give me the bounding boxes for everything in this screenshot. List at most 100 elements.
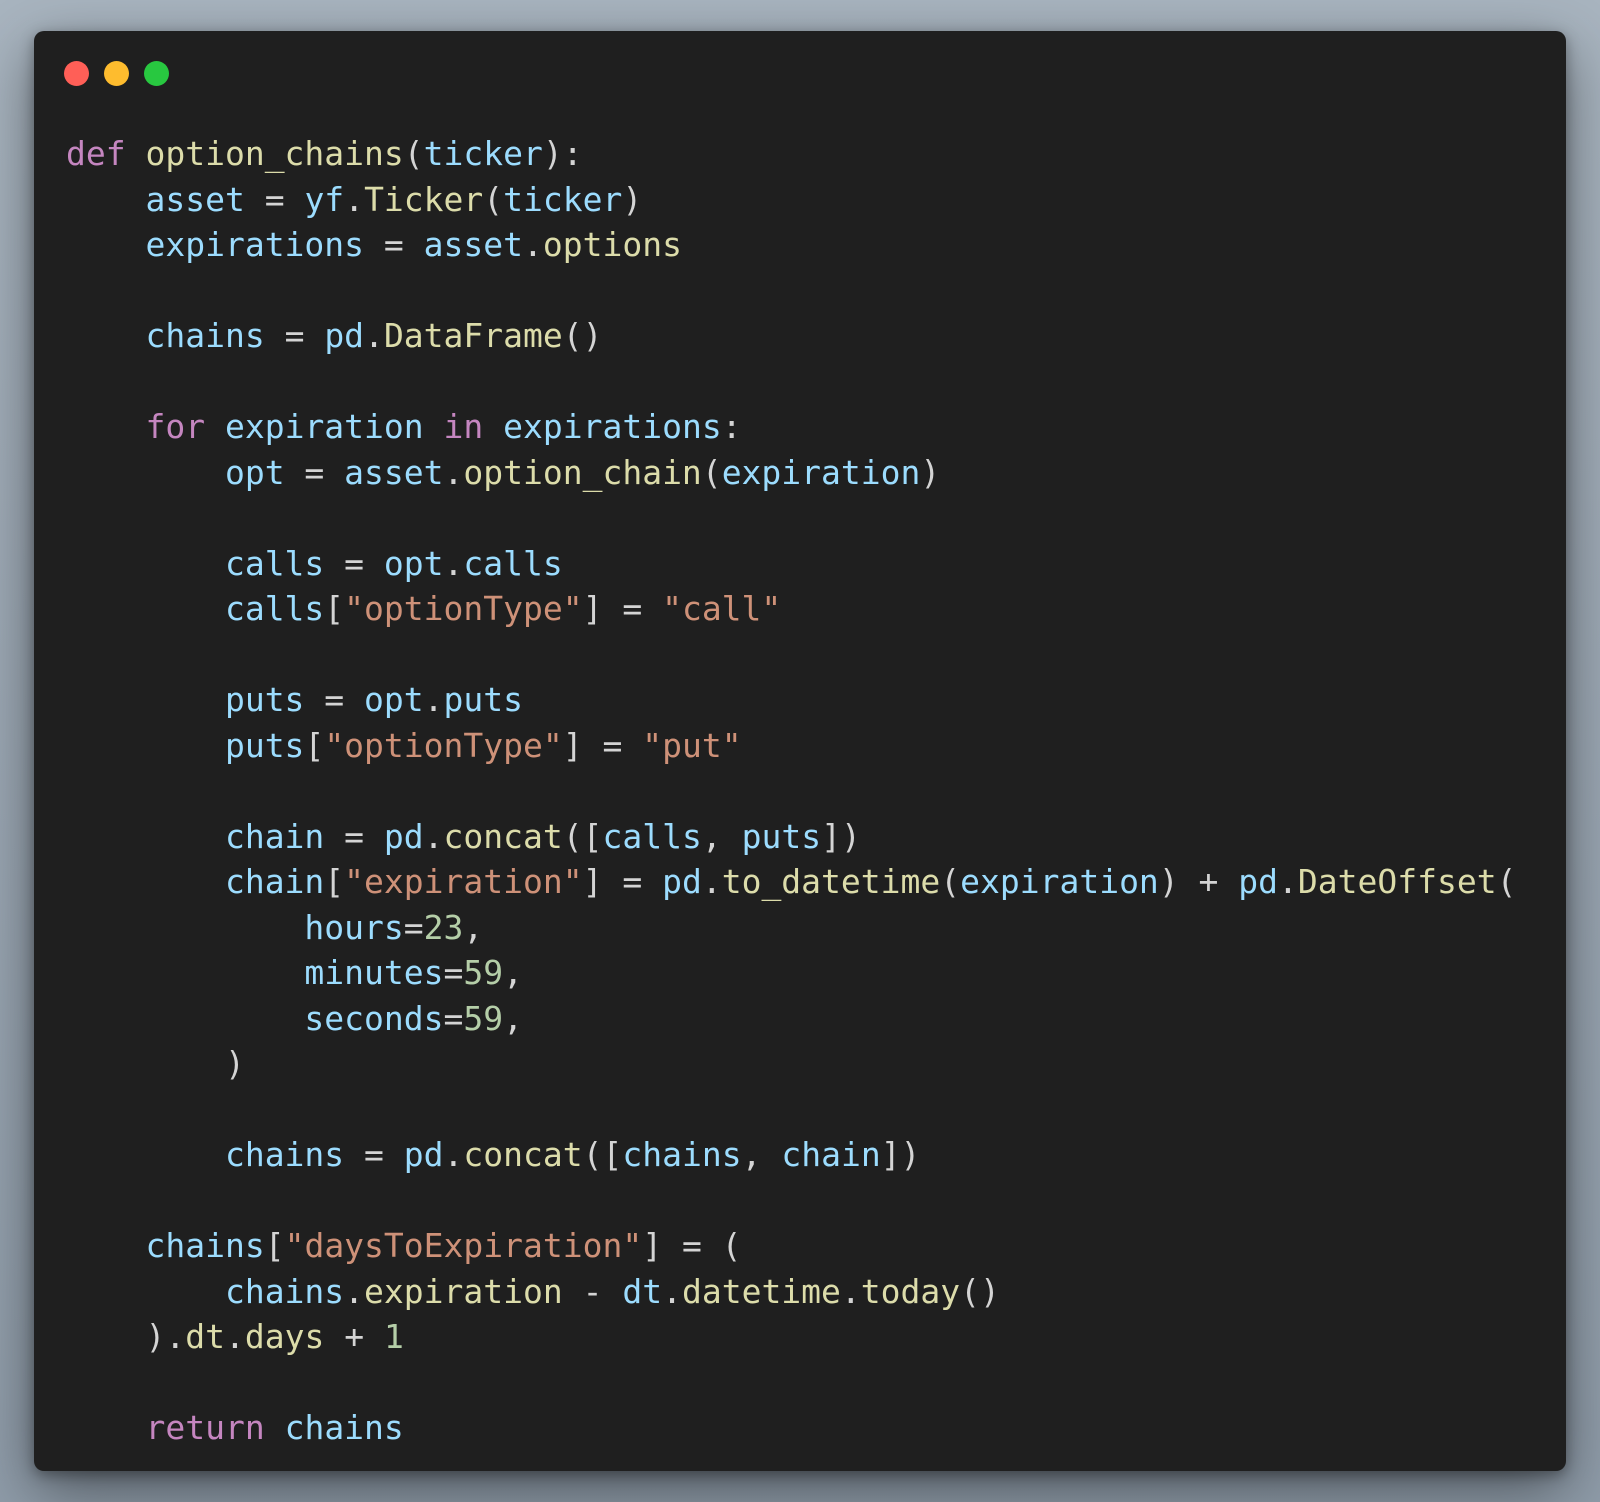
code-keyword: return	[145, 1408, 265, 1447]
code-identifier: calls	[602, 816, 702, 856]
code-punctuation: ,	[503, 953, 523, 992]
code-punctuation: .	[364, 316, 384, 355]
code-punctuation: ] =	[562, 725, 643, 765]
code-identifier: chains	[224, 1271, 345, 1311]
code-function: concat	[463, 1135, 583, 1174]
code-punctuation: .	[1278, 862, 1298, 901]
code-punctuation: )	[920, 452, 941, 492]
code-punctuation: ] =	[582, 862, 663, 901]
code-identifier: opt	[383, 543, 444, 583]
code-number: 59	[463, 998, 504, 1038]
code-identifier: pd	[1238, 862, 1279, 901]
code-punctuation: ([	[582, 1135, 623, 1174]
code-punctuation: .	[344, 1271, 365, 1311]
code-line: chains = pd.DataFrame()	[66, 313, 1516, 359]
code-punctuation: (	[1496, 862, 1517, 901]
code-identifier: chains	[622, 1135, 742, 1174]
code-line: ).dt.days + 1	[66, 1314, 1516, 1360]
code-identifier: asset	[344, 452, 444, 492]
code-identifier: chain	[781, 1135, 881, 1174]
code-identifier: puts	[443, 680, 524, 719]
code-punctuation	[66, 953, 304, 992]
code-punctuation: +	[324, 1317, 384, 1356]
code-line: opt = asset.option_chain(expiration)	[66, 450, 1516, 496]
window-controls	[64, 61, 169, 86]
code-punctuation: .	[443, 452, 464, 492]
code-identifier: asset	[145, 179, 245, 219]
code-line: chains.expiration - dt.datetime.today()	[66, 1269, 1516, 1315]
code-punctuation: =	[443, 953, 464, 992]
code-punctuation	[66, 862, 225, 901]
code-punctuation: =	[344, 1135, 404, 1174]
code-punctuation: )	[622, 179, 643, 219]
code-identifier: ticker	[503, 179, 623, 219]
code-function: expiration	[364, 1271, 563, 1311]
code-identifier: asset	[423, 225, 523, 264]
code-punctuation	[66, 908, 304, 947]
code-identifier: pd	[662, 862, 702, 901]
code-punctuation: =	[304, 680, 365, 719]
code-identifier: chain	[224, 862, 325, 901]
code-punctuation	[66, 225, 145, 264]
code-punctuation: ])	[880, 1135, 921, 1174]
code-punctuation: ):	[542, 134, 583, 173]
code-identifier: opt	[224, 452, 285, 492]
code-punctuation: ,	[503, 998, 523, 1038]
code-punctuation	[66, 589, 225, 628]
code-punctuation	[66, 999, 304, 1038]
code-string: "daysToExpiration"	[284, 1226, 643, 1265]
code-line: chain = pd.concat([calls, puts])	[66, 814, 1516, 860]
code-punctuation: (	[403, 134, 424, 173]
code-punctuation: =	[324, 543, 384, 583]
code-line: return chains	[66, 1405, 1516, 1451]
code-function: option_chains	[145, 134, 404, 173]
code-punctuation	[66, 1272, 225, 1311]
minimize-dot-icon[interactable]	[104, 61, 129, 86]
code-punctuation: ] = (	[642, 1226, 742, 1265]
code-function: today	[860, 1271, 961, 1311]
code-identifier: pd	[383, 816, 424, 856]
code-identifier: expiration	[960, 862, 1159, 901]
zoom-dot-icon[interactable]	[144, 61, 169, 86]
code-punctuation: ).	[66, 1317, 186, 1356]
close-dot-icon[interactable]	[64, 61, 89, 86]
code-function: to_datetime	[721, 862, 941, 901]
code-punctuation: ])	[821, 816, 861, 856]
code-line: seconds=59,	[66, 996, 1516, 1042]
code-punctuation: [	[304, 725, 325, 765]
code-identifier: ticker	[423, 134, 543, 173]
code-punctuation	[66, 817, 225, 856]
code-punctuation: =	[284, 452, 345, 492]
code-punctuation: ()	[960, 1271, 1000, 1311]
code-identifier: dt	[622, 1271, 663, 1311]
code-keyword: for	[145, 407, 206, 446]
code-punctuation	[66, 544, 225, 583]
code-punctuation: :	[721, 407, 742, 446]
code-punctuation: =	[264, 316, 325, 355]
code-function: concat	[443, 816, 563, 856]
code-function: Ticker	[364, 179, 484, 219]
code-punctuation	[66, 453, 225, 492]
code-punctuation: ,	[701, 816, 742, 856]
code-punctuation: )	[66, 1044, 245, 1083]
code-punctuation	[66, 1226, 145, 1265]
code-number: 23	[423, 907, 464, 947]
code-identifier: puts	[224, 725, 305, 765]
code-line: puts["optionType"] = "put"	[66, 723, 1516, 769]
code-identifier: expirations	[503, 407, 722, 446]
code-identifier: pd	[403, 1135, 444, 1174]
code-identifier: yf	[304, 179, 345, 219]
code-punctuation	[66, 407, 145, 446]
code-punctuation: .	[224, 1317, 245, 1356]
code-identifier: seconds	[304, 998, 444, 1038]
code-number: 1	[383, 1317, 404, 1356]
code-function: option_chain	[463, 452, 702, 492]
code-keyword: def	[66, 134, 126, 173]
code-line: calls["optionType"] = "call"	[66, 586, 1516, 632]
code-punctuation	[66, 1408, 145, 1447]
